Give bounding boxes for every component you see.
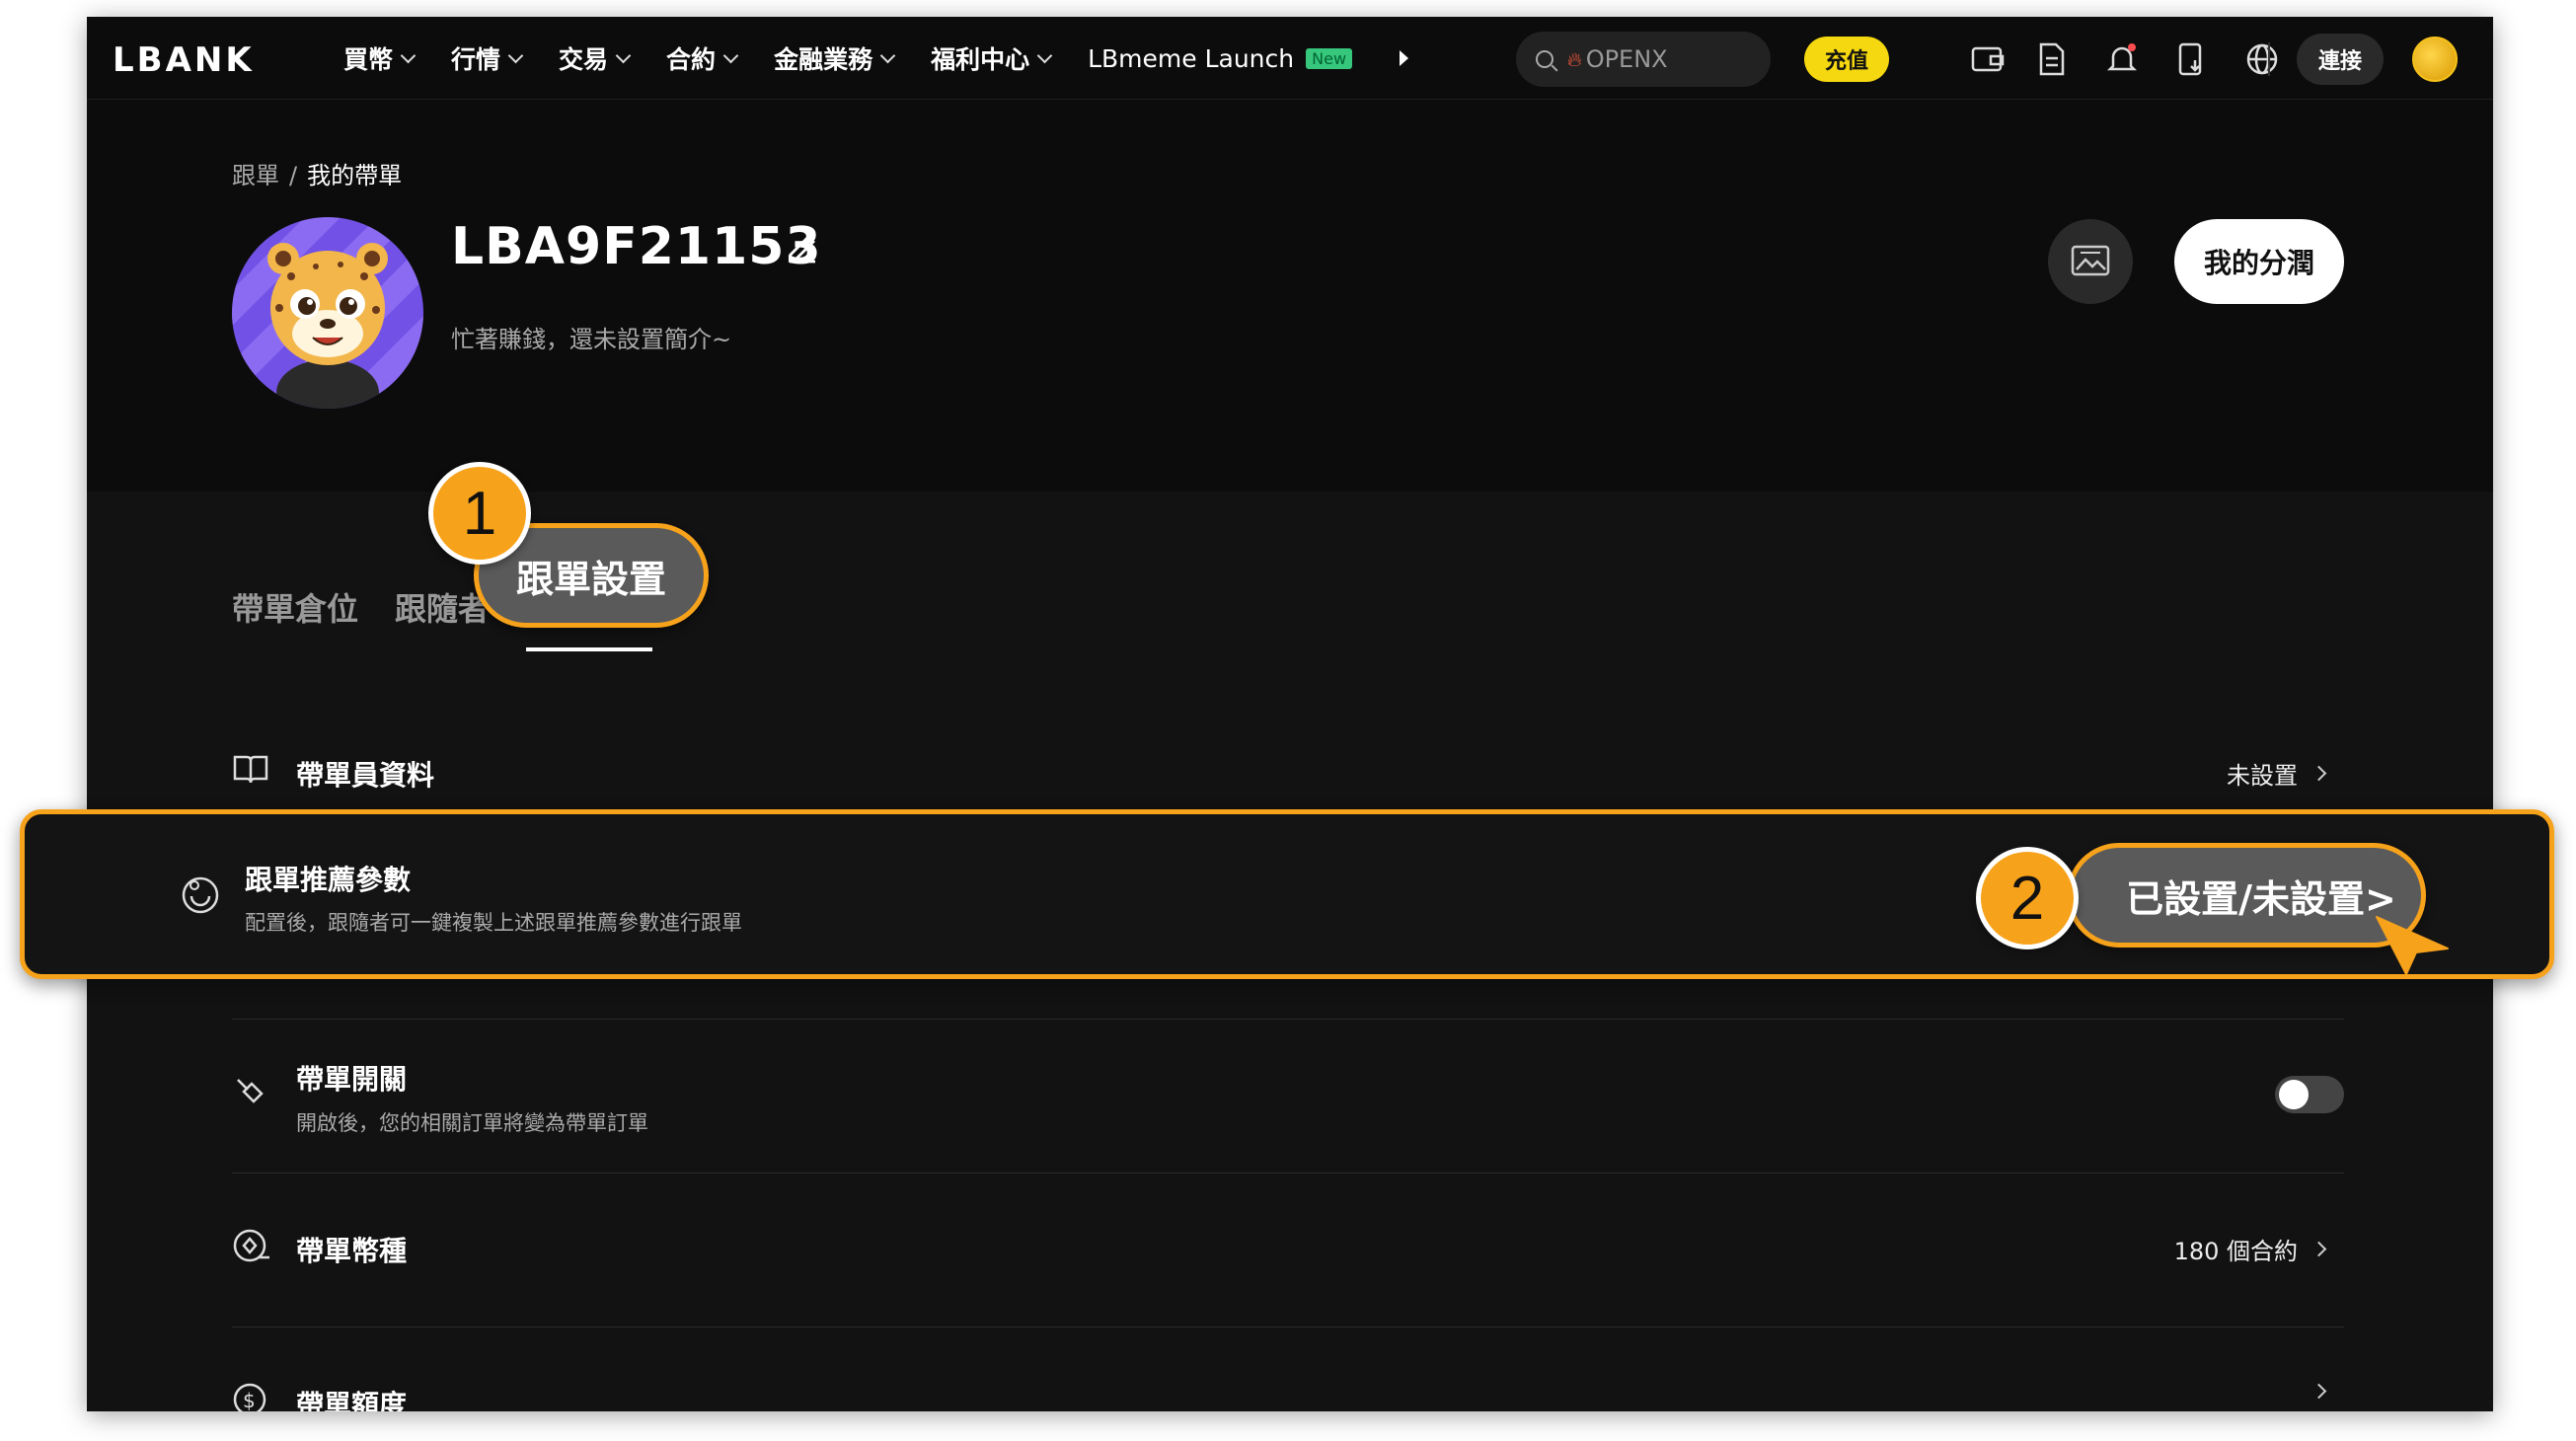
nav-item-markets[interactable]: 行情 (451, 40, 524, 76)
bell-icon[interactable] (2101, 38, 2143, 80)
download-icon[interactable] (2171, 38, 2213, 80)
settings-row-quota[interactable]: $ 帶單額度 (232, 1380, 2344, 1411)
fire-icon: 🔥︎ (1567, 47, 1582, 71)
quota-title: 帶單額度 (296, 1389, 408, 1411)
tab-lead-positions[interactable]: 帶單倉位 (232, 584, 358, 630)
nav-menu: 買幣 行情 交易 合約 金融業務 福利中心 LBmeme Launch New (343, 17, 1409, 100)
chevron-down-icon (507, 47, 524, 63)
breadcrumb-parent[interactable]: 跟單 (232, 162, 279, 190)
settings-row-trader-info[interactable]: 帶單員資料 未設置 (232, 750, 2344, 797)
user-avatar[interactable] (2412, 37, 2458, 82)
book-icon (232, 752, 269, 790)
share-poster-button[interactable] (2048, 219, 2133, 304)
dollar-circle-icon: $ (232, 1382, 269, 1411)
orders-icon[interactable] (2031, 38, 2073, 80)
row-divider (232, 1019, 2344, 1020)
connect-button[interactable]: 連接 (2297, 34, 2384, 85)
search-input[interactable]: 🔥︎ OPENX (1516, 32, 1771, 87)
nav-item-trade[interactable]: 交易 (559, 40, 632, 76)
recommend-params-desc: 配置後，跟隨者可一鍵複製上述跟單推薦參數進行跟單 (245, 911, 742, 935)
app-window: LBANK 買幣 行情 交易 合約 金融業務 福利中心 LBmeme Launc… (87, 17, 2493, 1411)
trader-bio: 忙著賺錢，還未設置簡介~ (451, 326, 732, 353)
edit-icon[interactable] (785, 229, 820, 268)
deposit-button[interactable]: 充值 (1804, 37, 1889, 82)
my-profit-share-button[interactable]: 我的分潤 (2174, 219, 2344, 304)
more-arrow-icon[interactable] (1400, 50, 1409, 66)
chevron-right-icon (2311, 1241, 2327, 1257)
step-marker-1: 1 (428, 462, 531, 565)
coin-settings-icon (232, 1228, 269, 1265)
copy-switch-toggle[interactable] (2275, 1076, 2344, 1113)
top-nav: LBANK 買幣 行情 交易 合約 金融業務 福利中心 LBmeme Launc… (87, 17, 2493, 100)
search-placeholder: OPENX (1585, 45, 1668, 73)
breadcrumb: 跟單 / 我的帶單 (232, 156, 402, 190)
active-tab-underline (526, 647, 652, 651)
chevron-down-icon (879, 47, 896, 63)
globe-icon[interactable] (2241, 38, 2283, 80)
image-share-icon (2071, 245, 2110, 276)
trader-username: LBA9F21153 (451, 217, 822, 276)
settings-row-copy-switch: 帶單開關 開啟後，您的相關訂單將變為帶單訂單 (232, 1058, 2344, 1137)
trader-avatar (232, 217, 423, 409)
nav-item-buy-crypto[interactable]: 買幣 (343, 40, 417, 76)
nav-item-finance[interactable]: 金融業務 (774, 40, 896, 76)
new-badge: New (1306, 47, 1353, 69)
quota-value[interactable] (2298, 1383, 2327, 1400)
copy-switch-desc: 開啟後，您的相關訂單將變為帶單訂單 (296, 1111, 648, 1135)
profile-header: 跟單 / 我的帶單 LBA9F21153 忙著賺錢，還未設置簡介~ 我的分潤 (87, 101, 2493, 492)
breadcrumb-separator: / (289, 162, 298, 190)
coins-value[interactable]: 180 個合約 (2174, 1232, 2327, 1266)
nav-item-futures[interactable]: 合約 (666, 40, 739, 76)
nav-item-rewards[interactable]: 福利中心 (931, 40, 1053, 76)
header-divider (2268, 42, 2270, 76)
search-icon (1536, 50, 1553, 68)
pointer-cursor-icon (2373, 913, 2452, 982)
trader-info-value[interactable]: 未設置 (2227, 756, 2327, 791)
chevron-down-icon (615, 47, 632, 63)
nav-item-lbmeme-launch[interactable]: LBmeme Launch New (1088, 44, 1353, 73)
chevron-right-icon (2311, 765, 2327, 782)
trader-info-title: 帶單員資料 (296, 759, 435, 792)
step-marker-2: 2 (1976, 847, 2079, 949)
wallet-icon[interactable] (1967, 38, 2008, 80)
chevron-down-icon (1036, 47, 1053, 63)
chevron-down-icon (400, 47, 417, 63)
row-divider (232, 1173, 2344, 1174)
brand-logo[interactable]: LBANK (113, 40, 255, 80)
recommend-params-icon (180, 874, 221, 920)
coins-title: 帶單幣種 (296, 1235, 408, 1267)
settings-row-coins[interactable]: 帶單幣種 180 個合約 (232, 1226, 2344, 1273)
switch-icon (232, 1074, 269, 1111)
chevron-right-icon (2311, 1383, 2327, 1400)
copy-switch-title: 帶單開關 (296, 1063, 408, 1096)
recommend-params-title: 跟單推薦參數 (245, 864, 412, 896)
breadcrumb-current: 我的帶單 (307, 162, 403, 190)
chevron-down-icon (722, 47, 739, 63)
svg-text:$: $ (243, 1389, 256, 1411)
